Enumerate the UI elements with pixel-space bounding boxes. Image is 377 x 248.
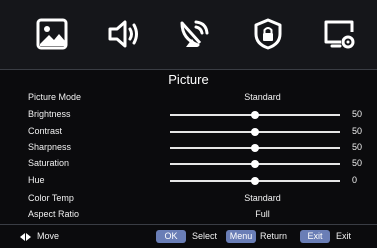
slider-knob[interactable] [251,144,259,152]
menu-item-value: Standard [244,92,281,102]
exit-label: Exit [336,231,352,241]
slider-knob[interactable] [251,111,259,119]
footer-hint-bar: Move OK Select Menu Return Exit Exit [0,225,377,248]
menu-item-contrast[interactable]: Contrast 50 [0,124,377,139]
slider-knob[interactable] [251,128,259,136]
menu-item-value: Full [255,209,270,219]
menu-item-saturation[interactable]: Saturation 50 [0,156,377,171]
menu-title: Picture [168,72,209,87]
menu-item-value: Standard [244,193,281,203]
brightness-slider[interactable] [170,111,340,119]
category-bar [0,0,377,69]
header-divider [0,69,377,70]
sound-icon[interactable] [107,17,141,51]
menu-item-sharpness[interactable]: Sharpness 50 [0,140,377,155]
menu-key-button[interactable]: Menu [226,230,256,243]
sharpness-slider[interactable] [170,144,340,152]
menu-item-picture-mode[interactable]: Picture Mode Standard [0,90,377,105]
menu-item-label: Brightness [28,109,71,119]
saturation-slider[interactable] [170,160,340,168]
menu-item-value: 0 [352,175,358,185]
menu-item-value: 50 [352,126,363,136]
tv-menu-screen: Picture Picture Mode Standard Brightness… [0,0,377,248]
exit-key-button[interactable]: Exit [300,230,330,243]
contrast-slider[interactable] [170,128,340,136]
menu-item-label: Color Temp [28,193,74,203]
menu-item-value: 50 [352,109,363,119]
move-hint: Move [20,230,59,243]
lock-icon[interactable] [251,17,285,51]
menu-item-color-temp[interactable]: Color Temp Standard [0,191,377,206]
menu-item-value: 50 [352,142,363,152]
menu-item-value: 50 [352,158,363,168]
slider-knob[interactable] [251,177,259,185]
menu-item-hue[interactable]: Hue 0 [0,173,377,188]
menu-item-label: Aspect Ratio [28,209,80,219]
picture-icon[interactable] [35,17,69,51]
menu-item-label: Saturation [28,158,70,168]
slider-knob[interactable] [251,160,259,168]
hue-slider[interactable] [170,177,340,185]
move-label: Move [37,231,60,241]
menu-item-label: Hue [28,175,45,185]
menu-item-brightness[interactable]: Brightness 50 [0,107,377,122]
menu-item-label: Sharpness [28,142,72,152]
menu-item-aspect-ratio[interactable]: Aspect Ratio Full [0,207,377,222]
menu-item-label: Picture Mode [28,92,82,102]
left-right-arrows-icon [20,232,31,241]
menu-item-label: Contrast [28,126,63,136]
channel-icon[interactable] [178,17,212,51]
select-label: Select [192,231,218,241]
setup-icon[interactable] [322,17,356,51]
ok-key-button[interactable]: OK [156,230,186,243]
return-label: Return [260,231,288,241]
